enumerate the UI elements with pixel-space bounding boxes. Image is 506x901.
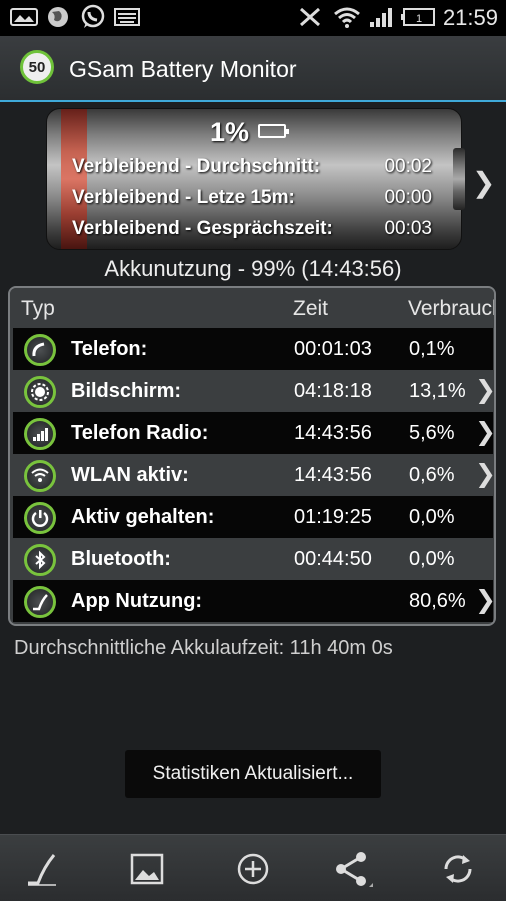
bottom-action-bar: [0, 834, 506, 901]
bluetooth-icon: [24, 544, 56, 576]
remaining-talktime-label: Verbleibend - Gesprächszeit:: [72, 218, 333, 239]
mute-icon: [298, 6, 322, 28]
header-time: Zeit: [293, 297, 329, 320]
chevron-right-icon[interactable]: ❯: [475, 585, 494, 615]
remaining-talktime-row: Verbleibend - Gesprächszeit: 00:03: [72, 218, 432, 240]
row-time: 14:43:56: [294, 464, 372, 486]
table-row-bluetooth[interactable]: Bluetooth: 00:44:50 0,0%: [13, 538, 493, 580]
usage-table: Typ Zeit Verbrauch Telefon: 00:01:03 0,1…: [8, 286, 496, 626]
row-time: 14:43:56: [294, 422, 372, 444]
signal-icon: [368, 6, 394, 28]
add-icon[interactable]: [231, 847, 275, 891]
picture-icon: [10, 6, 38, 28]
remaining-average-label: Verbleibend - Durchschnitt:: [72, 156, 321, 177]
wifi-icon: [333, 6, 361, 28]
signal-bars-icon: [24, 418, 56, 450]
remaining-last15-label: Verbleibend - Letze 15m:: [72, 187, 295, 208]
row-percent: 0,0%: [409, 548, 455, 570]
row-time: 04:18:18: [294, 380, 372, 402]
chevron-right-icon[interactable]: ❯: [475, 375, 494, 405]
remaining-last15-value: 00:00: [384, 187, 432, 208]
usage-summary: Akkunutzung - 99% (14:43:56): [104, 256, 402, 281]
table-header: Typ Zeit Verbrauch: [10, 288, 494, 328]
row-name: Bildschirm:: [71, 380, 182, 402]
image-icon[interactable]: [125, 847, 169, 891]
power-icon: [24, 502, 56, 534]
row-time: 00:01:03: [294, 338, 372, 360]
row-percent: 5,6%: [409, 422, 455, 444]
average-runtime: Durchschnittliche Akkulaufzeit: 11h 40m …: [14, 637, 393, 659]
battery-cap: [453, 148, 465, 210]
row-name: App Nutzung:: [71, 590, 203, 612]
row-time: 01:19:25: [294, 506, 372, 528]
toast-message: Statistiken Aktualisiert...: [125, 750, 381, 798]
row-time: 00:44:50: [294, 548, 372, 570]
chevron-right-icon[interactable]: ❯: [475, 459, 494, 489]
refresh-icon[interactable]: [436, 847, 480, 891]
battery-level-label: 1: [416, 13, 422, 25]
row-percent: 0,6%: [409, 464, 455, 486]
row-percent: 13,1%: [409, 380, 466, 402]
graph-icon[interactable]: [20, 847, 64, 891]
app-logo[interactable]: 50: [20, 50, 54, 84]
brightness-icon: [24, 376, 56, 408]
row-name: Bluetooth:: [71, 548, 171, 570]
remaining-last15-row: Verbleibend - Letze 15m: 00:00: [72, 187, 432, 209]
phone-icon: [24, 334, 56, 366]
table-row-screen[interactable]: Bildschirm: 04:18:18 13,1% ❯: [13, 370, 494, 412]
table-row-app-usage[interactable]: App Nutzung: 80,6% ❯: [13, 580, 494, 622]
battery-small-icon: [258, 124, 289, 138]
header-type: Typ: [21, 297, 55, 320]
table-row-radio[interactable]: Telefon Radio: 14:43:56 5,6% ❯: [13, 412, 494, 454]
row-percent: 0,0%: [409, 506, 455, 528]
row-name: Telefon Radio:: [71, 422, 209, 444]
table-row-phone[interactable]: Telefon: 00:01:03 0,1%: [13, 328, 493, 370]
status-bar: 1 21:59: [0, 0, 506, 36]
battery-icon: 1: [400, 6, 436, 28]
chevron-right-icon[interactable]: ❯: [472, 166, 495, 199]
battery-percent: 1%: [210, 117, 250, 147]
table-row-wlan[interactable]: WLAN aktiv: 14:43:56 0,6% ❯: [13, 454, 494, 496]
remaining-average-value: 00:02: [384, 156, 432, 177]
keyboard-icon: [114, 6, 140, 28]
chevron-right-icon[interactable]: ❯: [475, 417, 494, 447]
remaining-average-row: Verbleibend - Durchschnitt: 00:02: [72, 156, 432, 178]
remaining-talktime-value: 00:03: [384, 218, 432, 239]
table-row-kept-awake[interactable]: Aktiv gehalten: 01:19:25 0,0%: [13, 496, 493, 538]
row-name: WLAN aktiv:: [71, 464, 189, 486]
row-name: Aktiv gehalten:: [71, 506, 215, 528]
share-icon[interactable]: [331, 847, 375, 891]
row-name: Telefon:: [71, 338, 148, 360]
whatsapp-icon: [80, 4, 106, 28]
row-percent: 0,1%: [409, 338, 455, 360]
app-bar: 50 GSam Battery Monitor: [0, 36, 506, 102]
row-percent: 80,6%: [409, 590, 466, 612]
app-usage-icon: [24, 586, 56, 618]
header-consumption: Verbrauch: [408, 297, 496, 320]
app-title: GSam Battery Monitor: [69, 56, 297, 82]
globe-icon: [46, 6, 70, 28]
wifi-icon: [24, 460, 56, 492]
clock: 21:59: [442, 5, 498, 30]
